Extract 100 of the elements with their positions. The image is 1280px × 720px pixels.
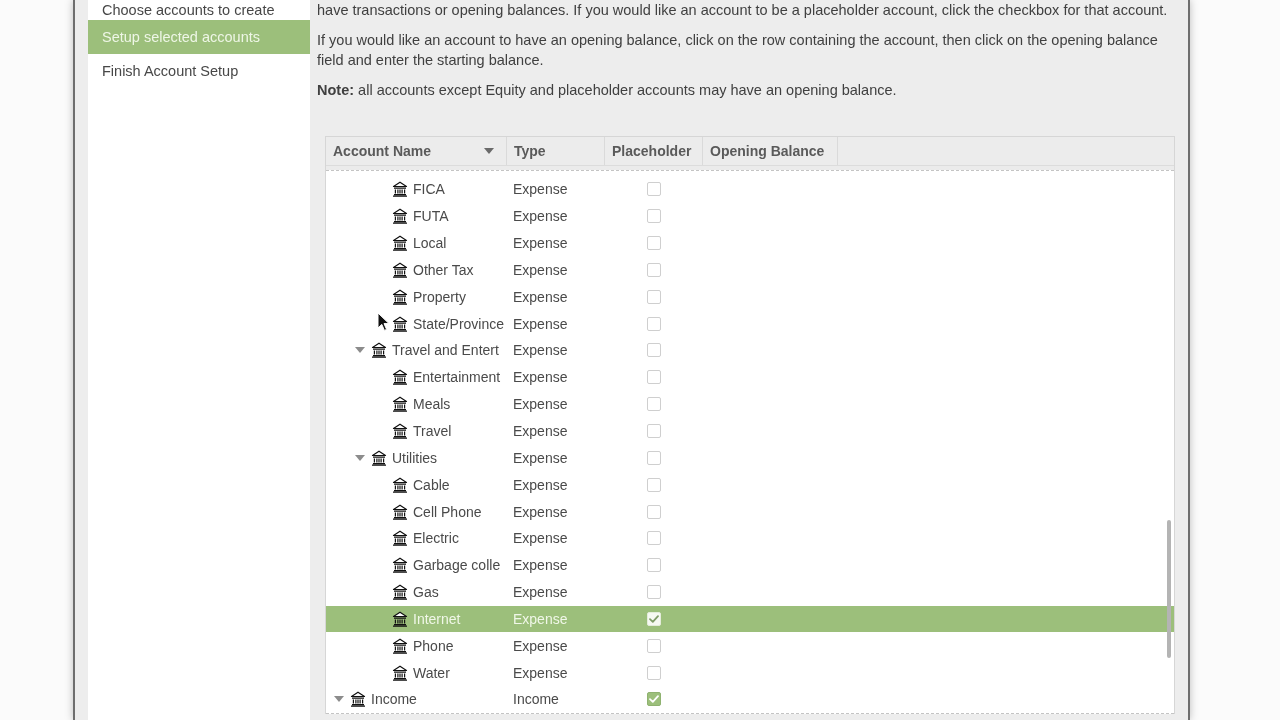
tree-row[interactable]: Utilities Expense xyxy=(326,444,1174,472)
placeholder-checkbox[interactable] xyxy=(647,236,661,251)
tree-row[interactable]: Property Expense xyxy=(326,283,1174,311)
sidebar-item[interactable]: Finish Account Setup xyxy=(88,54,310,88)
tree-row[interactable]: Phone Expense xyxy=(326,632,1174,660)
placeholder-checkbox[interactable] xyxy=(647,692,661,707)
account-name: FICA xyxy=(413,181,445,198)
tree-row[interactable]: Income Income xyxy=(326,686,1174,713)
bank-icon xyxy=(392,288,408,305)
instruction-text: have transactions or opening balances. If you would like an account to be a placeholder account, click the checkbox for that account. xyxy=(317,1,1169,20)
placeholder-checkbox[interactable] xyxy=(647,316,661,331)
account-type: Expense xyxy=(513,288,568,305)
bank-icon xyxy=(371,449,387,466)
account-name: Internet xyxy=(413,610,461,627)
bank-icon xyxy=(392,503,408,520)
placeholder-checkbox[interactable] xyxy=(647,424,661,438)
bank-icon xyxy=(392,664,408,681)
bank-icon xyxy=(392,369,408,386)
account-type: Expense xyxy=(513,369,568,386)
placeholder-checkbox[interactable] xyxy=(647,504,661,519)
placeholder-checkbox[interactable] xyxy=(647,343,661,358)
account-type: Expense xyxy=(513,235,568,252)
bank-icon xyxy=(392,423,408,439)
tree-row[interactable]: Cable Expense xyxy=(326,471,1174,499)
placeholder-checkbox[interactable] xyxy=(647,370,661,385)
placeholder-checkbox[interactable] xyxy=(647,531,661,546)
account-name: Garbage colle xyxy=(413,557,501,574)
checkmark-icon xyxy=(649,695,659,704)
account-name: State/Province xyxy=(413,315,505,332)
tree-row[interactable]: Water Expense xyxy=(326,659,1174,687)
account-type: Expense xyxy=(513,208,568,225)
tree-row[interactable]: Cell Phone Expense xyxy=(326,498,1174,525)
bank-icon xyxy=(371,342,387,359)
tree-row[interactable]: Travel and Entert Expense xyxy=(326,337,1174,364)
account-name: Cable xyxy=(413,476,450,493)
placeholder-checkbox[interactable] xyxy=(647,585,661,600)
account-type: Expense xyxy=(513,423,568,439)
account-name: Travel xyxy=(413,423,452,439)
placeholder-checkbox[interactable] xyxy=(647,397,661,412)
account-type: Expense xyxy=(513,181,568,198)
scrollbar-thumb[interactable] xyxy=(1167,520,1171,658)
account-type: Expense xyxy=(513,503,568,520)
account-type: Expense xyxy=(513,637,568,654)
placeholder-checkbox[interactable] xyxy=(647,262,661,277)
placeholder-checkbox[interactable] xyxy=(647,209,661,224)
account-name: Water xyxy=(413,664,450,681)
account-name: Entertainment xyxy=(413,369,501,386)
tree-row[interactable]: FUTA Expense xyxy=(326,202,1174,230)
bank-icon xyxy=(392,584,408,601)
account-name: Income xyxy=(371,691,417,708)
instruction-text: If you would like an account to have an opening balance, click on the row containing the account, then click on the opening balance field and enter the starting balance. xyxy=(317,31,1159,70)
account-type: Expense xyxy=(513,261,568,278)
account-name: Travel and Entert xyxy=(392,342,499,359)
bank-icon xyxy=(350,691,366,708)
account-name: Meals xyxy=(413,396,451,413)
tree-row[interactable]: Meals Expense xyxy=(326,390,1174,418)
account-type: Expense xyxy=(513,530,568,547)
tree-row[interactable]: Travel Expense xyxy=(326,417,1174,445)
account-type: Expense xyxy=(513,476,568,493)
account-name: Electric xyxy=(413,530,459,547)
placeholder-checkbox[interactable] xyxy=(647,665,661,680)
tree-row[interactable]: FICA Expense xyxy=(326,176,1174,203)
bank-icon xyxy=(392,476,408,493)
account-name: Local xyxy=(413,235,447,252)
tree-row[interactable]: Other Tax Expense xyxy=(326,256,1174,284)
tree-row[interactable]: Local Expense xyxy=(326,229,1174,257)
bank-icon xyxy=(392,235,408,252)
account-name: Gas xyxy=(413,584,439,601)
bank-icon xyxy=(392,261,408,278)
account-name: Cell Phone xyxy=(413,503,482,520)
tree-row[interactable]: Garbage colle Expense xyxy=(326,551,1174,579)
caret-icon[interactable] xyxy=(355,452,365,463)
account-type: Expense xyxy=(513,664,568,681)
sidebar-item[interactable]: Choose accounts to create xyxy=(88,0,310,20)
tree-row[interactable]: State/Province Expense xyxy=(326,310,1174,338)
placeholder-checkbox[interactable] xyxy=(647,289,661,304)
account-name: Utilities xyxy=(392,449,438,466)
checkmark-icon xyxy=(649,614,659,623)
placeholder-checkbox[interactable] xyxy=(647,182,661,197)
bank-icon xyxy=(392,610,408,627)
account-type: Expense xyxy=(513,584,568,601)
account-type: Expense xyxy=(513,396,568,413)
account-type: Expense xyxy=(513,610,568,627)
bank-icon xyxy=(392,530,408,547)
bank-icon xyxy=(392,208,408,225)
account-name: FUTA xyxy=(413,208,449,225)
account-name: Phone xyxy=(413,637,454,654)
tree-row[interactable]: Gas Expense xyxy=(326,578,1174,606)
bank-icon xyxy=(392,181,408,198)
note-text: Note: all accounts except Equity and placeholder accounts may have an opening balance. xyxy=(317,81,898,100)
placeholder-checkbox[interactable] xyxy=(647,638,661,653)
account-type: Expense xyxy=(513,557,568,574)
placeholder-checkbox[interactable] xyxy=(647,558,661,573)
placeholder-checkbox[interactable] xyxy=(647,477,661,492)
bank-icon xyxy=(392,396,408,413)
account-type: Income xyxy=(513,691,559,708)
mouse-pointer-icon xyxy=(377,312,389,331)
placeholder-checkbox[interactable] xyxy=(647,450,661,465)
tree-row[interactable]: Electric Expense xyxy=(326,524,1174,552)
tree-row[interactable]: Entertainment Expense xyxy=(326,363,1174,391)
